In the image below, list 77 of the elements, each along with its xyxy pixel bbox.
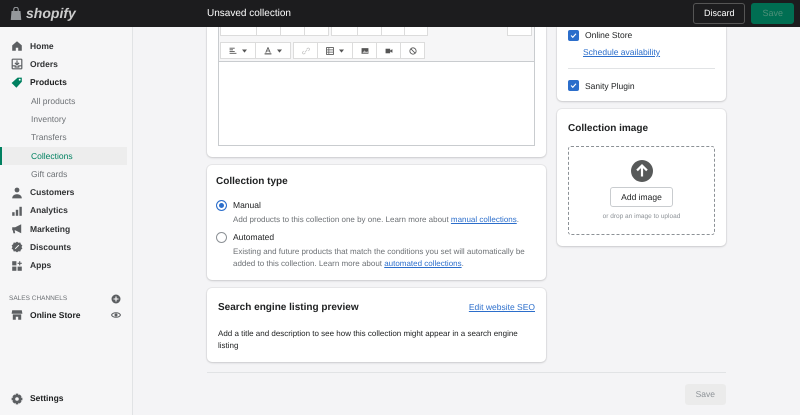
inbox-icon <box>11 58 23 70</box>
sidebar-subitem[interactable]: Transfers <box>0 128 127 147</box>
megaphone-icon <box>11 223 23 236</box>
discount-icon <box>11 241 23 254</box>
checkbox[interactable] <box>568 80 579 92</box>
radio-label: Automated <box>233 231 274 244</box>
sidebar-item[interactable]: Settings <box>0 390 132 408</box>
bar-chart-icon <box>11 204 23 217</box>
storefront-icon <box>11 309 23 321</box>
nav-label: Products <box>30 76 67 90</box>
nav-label: Customers <box>30 186 74 199</box>
sidebar-subitem[interactable]: Collections <box>0 146 127 166</box>
sidebar-item[interactable]: Analytics <box>0 202 132 220</box>
sidebar-item[interactable]: Customers <box>0 183 132 202</box>
logo-wordmark: shopify <box>26 4 76 23</box>
add-image-button[interactable]: Add image <box>610 186 673 207</box>
eye-icon <box>111 310 121 320</box>
discard-button[interactable]: Discard <box>692 3 746 24</box>
toolbar-button[interactable] <box>317 42 353 59</box>
nav-label: Discounts <box>30 241 72 254</box>
logo[interactable]: shopify <box>0 3 133 24</box>
sidebar-item[interactable]: Products <box>0 74 132 92</box>
page-title: Unsaved collection <box>206 7 292 21</box>
sidebar-item[interactable]: Discounts <box>0 238 132 257</box>
help-link[interactable]: manual collections <box>450 214 517 224</box>
nav-label: Orders <box>30 58 58 71</box>
nav-label: Settings <box>30 392 64 406</box>
sidebar-subitem[interactable]: Gift cards <box>0 165 127 184</box>
card-title: Collection type <box>216 175 289 189</box>
nav-label: Marketing <box>30 222 70 236</box>
tag-icon <box>11 76 23 89</box>
add-icon <box>111 294 121 304</box>
text-color-icon <box>264 46 272 54</box>
nav-label: Analytics <box>30 204 68 218</box>
prohibited-icon <box>408 46 416 54</box>
nav-label: Online Store <box>30 308 81 322</box>
table-icon <box>326 46 334 54</box>
option-description: Add products to this collection one by one. Learn more about manual collections. <box>232 214 520 226</box>
caret-icon <box>242 48 247 52</box>
toolbar-button[interactable] <box>255 42 291 59</box>
toolbar-button[interactable] <box>352 42 377 59</box>
sidebar-item[interactable]: Apps <box>0 256 132 275</box>
checkbox[interactable] <box>568 30 579 41</box>
sidebar-subitem[interactable]: All products <box>0 92 127 110</box>
home-icon <box>11 40 23 52</box>
radio-label: Manual <box>233 199 261 212</box>
sidebar-item[interactable]: Online Store <box>0 306 132 324</box>
apps-icon <box>11 260 23 272</box>
link-icon <box>302 46 310 54</box>
sidebar-subitem[interactable]: Inventory <box>0 110 127 128</box>
video-camera-icon <box>384 46 392 54</box>
radio-button[interactable] <box>216 232 227 244</box>
seo-description: Add a title and description to see how this collection might appear in a search engine listing <box>218 328 519 352</box>
schedule-link[interactable]: Schedule availability <box>568 46 715 58</box>
toolbar-button[interactable] <box>220 42 256 59</box>
sidebar-item[interactable]: Home <box>0 37 132 56</box>
toolbar-button[interactable] <box>400 42 425 59</box>
edit-seo-link[interactable]: Edit website SEO <box>468 300 535 314</box>
sidebar-item[interactable]: Orders <box>0 55 132 74</box>
nav-label: Home <box>30 40 54 53</box>
card-title: Collection image <box>568 122 650 136</box>
align-left-icon <box>229 46 237 54</box>
checkbox-label: Sanity Plugin <box>585 80 635 92</box>
caret-icon <box>339 48 344 52</box>
gear-icon <box>11 392 23 405</box>
person-icon <box>11 186 23 199</box>
sidebar-item[interactable]: Marketing <box>0 220 132 238</box>
shopping-bag-icon <box>10 6 22 20</box>
card-title: Search engine listing preview <box>218 300 359 315</box>
nav-label: Apps <box>30 259 52 272</box>
caret-icon <box>277 48 282 52</box>
help-link[interactable]: automated collections <box>384 259 462 268</box>
checkbox-label: Online Store <box>585 29 632 42</box>
image-icon <box>360 46 368 54</box>
option-description: Existing and future products that match the conditions you set will automatically be added to this collection. Learn more about automated collections. <box>232 246 526 270</box>
radio-button[interactable] <box>216 200 227 211</box>
toolbar-button[interactable] <box>376 42 401 59</box>
